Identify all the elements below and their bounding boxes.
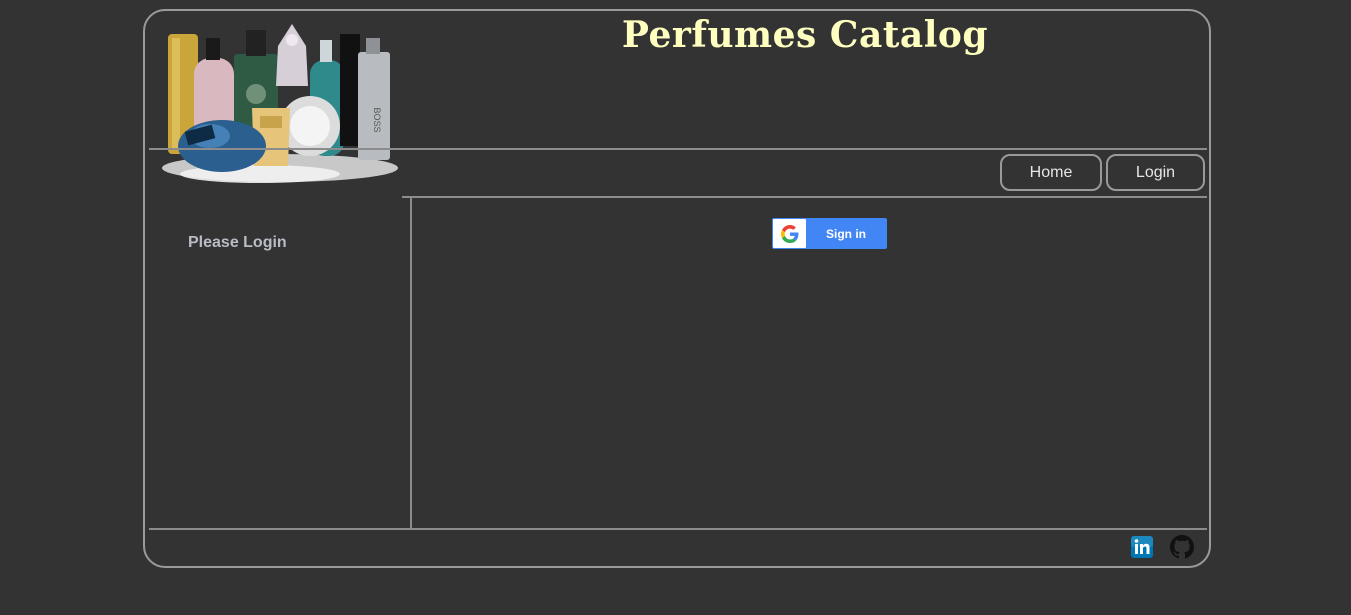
google-logo-icon [773, 219, 806, 248]
login-button[interactable]: Login [1106, 154, 1205, 191]
perfume-bottles-image: BOSS [162, 24, 398, 183]
home-button[interactable]: Home [1000, 154, 1102, 191]
google-signin-label: Sign in [826, 226, 866, 241]
please-login-text: Please Login [188, 234, 287, 251]
linkedin-icon[interactable] [1131, 536, 1153, 558]
page-title: Perfumes Catalog [621, 14, 989, 56]
sidebar-divider [410, 197, 412, 529]
header-divider [149, 148, 1207, 150]
home-button-label: Home [1029, 163, 1073, 181]
google-signin-button[interactable]: Sign in [772, 218, 887, 249]
svg-text:BOSS: BOSS [372, 107, 382, 132]
github-icon[interactable] [1170, 535, 1194, 559]
footer-divider [149, 528, 1207, 530]
login-button-label: Login [1135, 163, 1176, 181]
logo-image: BOSS [160, 16, 404, 188]
nav-divider [402, 196, 1207, 198]
